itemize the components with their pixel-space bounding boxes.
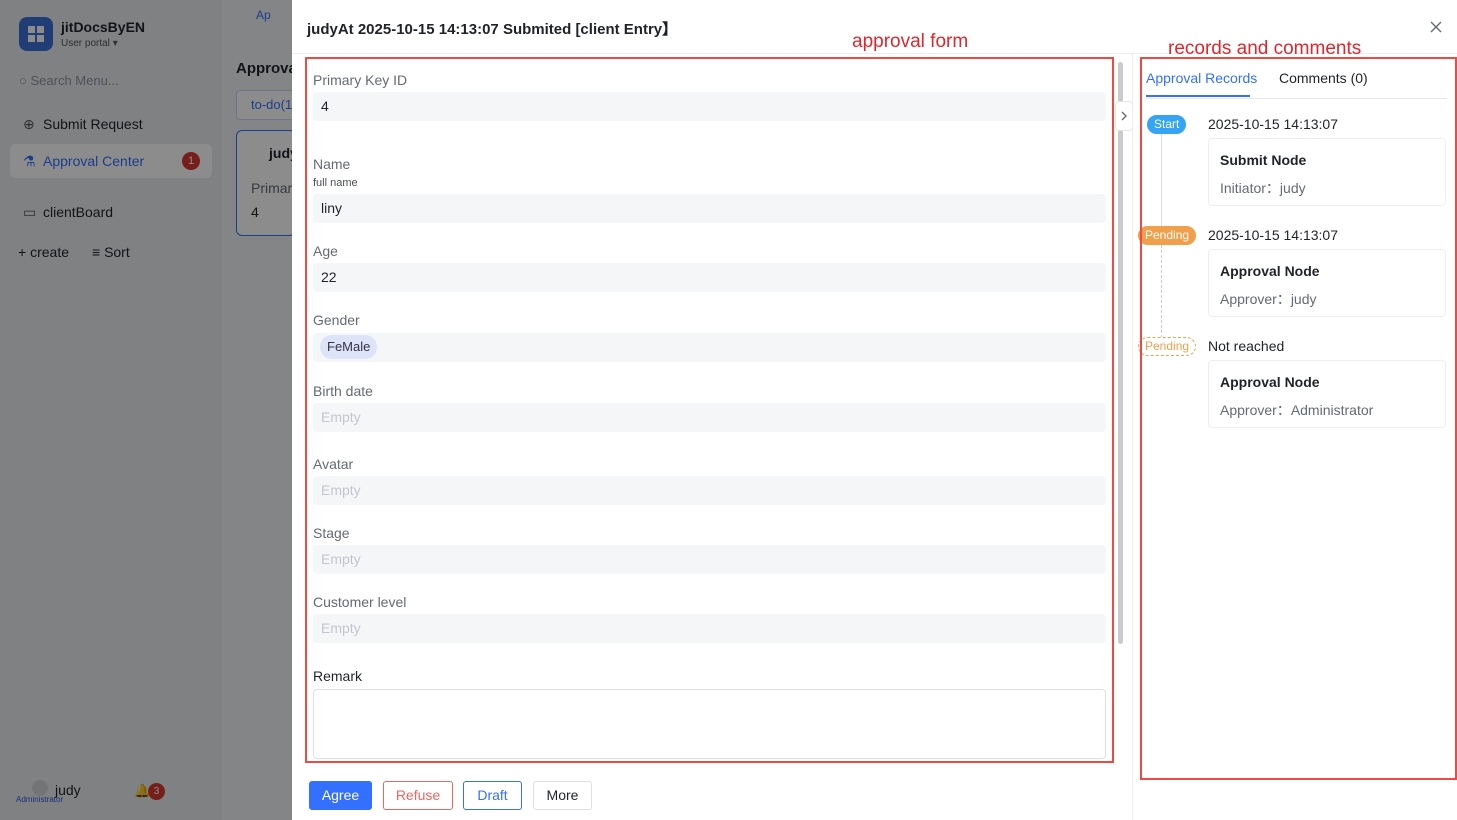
- approval-drawer: judyAt 2025-10-15 14:13:07 Submited [cli…: [292, 0, 1457, 820]
- collapse-panel-button[interactable]: [1115, 101, 1133, 131]
- node-name: Approval Node: [1220, 263, 1320, 279]
- node-person: Approver：Administrator: [1220, 400, 1373, 420]
- node-person: Initiator：judy: [1220, 178, 1306, 198]
- timeline-card: Submit Node Initiator：judy: [1208, 138, 1446, 206]
- field-primary-key: 4: [313, 92, 1106, 121]
- records-panel: Approval Records Comments (0) Start 2025…: [1132, 54, 1457, 820]
- field-label-customer-level: Customer level: [313, 594, 407, 610]
- node-person-value: Administrator: [1290, 402, 1374, 418]
- field-name: liny: [313, 194, 1106, 223]
- node-person-label: Approver：: [1220, 291, 1291, 307]
- close-icon[interactable]: [1428, 19, 1444, 35]
- gender-chip: FeMale: [320, 335, 378, 359]
- field-label-birth-date: Birth date: [313, 383, 373, 399]
- annotation-label-records: records and comments: [1168, 38, 1362, 59]
- tab-approval-records[interactable]: Approval Records: [1146, 70, 1257, 86]
- field-label-age: Age: [313, 243, 338, 259]
- draft-button[interactable]: Draft: [463, 781, 522, 810]
- field-label-primary-key: Primary Key ID: [313, 72, 408, 88]
- drawer-title: judyAt 2025-10-15 14:13:07 Submited [cli…: [307, 21, 678, 38]
- field-label-avatar: Avatar: [313, 456, 354, 472]
- timeline-card: Approval Node Approver：judy: [1208, 249, 1446, 317]
- node-person: Approver：judy: [1220, 289, 1317, 309]
- field-label-remark: Remark: [313, 668, 363, 684]
- tab-comments[interactable]: Comments (0): [1279, 70, 1368, 86]
- status-badge: Start: [1147, 115, 1187, 134]
- timeline-time: Not reached: [1208, 338, 1285, 354]
- timeline-time: 2025-10-15 14:13:07: [1208, 227, 1338, 243]
- field-customer-level: Empty: [313, 614, 1106, 643]
- field-age: 22: [313, 263, 1106, 292]
- remark-textarea[interactable]: [313, 689, 1106, 759]
- node-person-value: judy: [1279, 180, 1306, 196]
- more-button[interactable]: More: [533, 781, 592, 810]
- node-person-label: Approver：: [1220, 402, 1291, 418]
- node-name: Approval Node: [1220, 374, 1320, 390]
- timeline-time: 2025-10-15 14:13:07: [1208, 116, 1338, 132]
- field-avatar: Empty: [313, 476, 1106, 505]
- form-footer: Agree Refuse Draft More: [292, 766, 1132, 820]
- chevron-right-icon: [1121, 111, 1127, 121]
- approval-form: Primary Key ID 4 Name full name liny Age…: [292, 54, 1132, 766]
- field-label-gender: Gender: [313, 312, 360, 328]
- refuse-button[interactable]: Refuse: [383, 781, 453, 810]
- node-name: Submit Node: [1220, 152, 1307, 168]
- timeline-connector: [1161, 245, 1162, 343]
- field-label-name: Name: [313, 156, 351, 172]
- timeline-card: Approval Node Approver：Administrator: [1208, 360, 1446, 428]
- status-badge: Pending: [1138, 337, 1197, 356]
- field-label-stage: Stage: [313, 525, 350, 541]
- field-sublabel-name: full name: [313, 177, 358, 189]
- node-person-label: Initiator：: [1220, 180, 1280, 196]
- field-birth-date: Empty: [313, 403, 1106, 432]
- tab-underline: [1146, 95, 1250, 97]
- node-person-value: judy: [1290, 291, 1317, 307]
- status-badge: Pending: [1138, 226, 1197, 245]
- field-stage: Empty: [313, 545, 1106, 574]
- form-scrollbar[interactable]: [1118, 62, 1123, 644]
- annotation-label-form: approval form: [852, 31, 969, 52]
- field-gender: FeMale: [313, 333, 1106, 362]
- records-tab-bar: Approval Records Comments (0): [1146, 54, 1447, 99]
- agree-button[interactable]: Agree: [309, 781, 372, 810]
